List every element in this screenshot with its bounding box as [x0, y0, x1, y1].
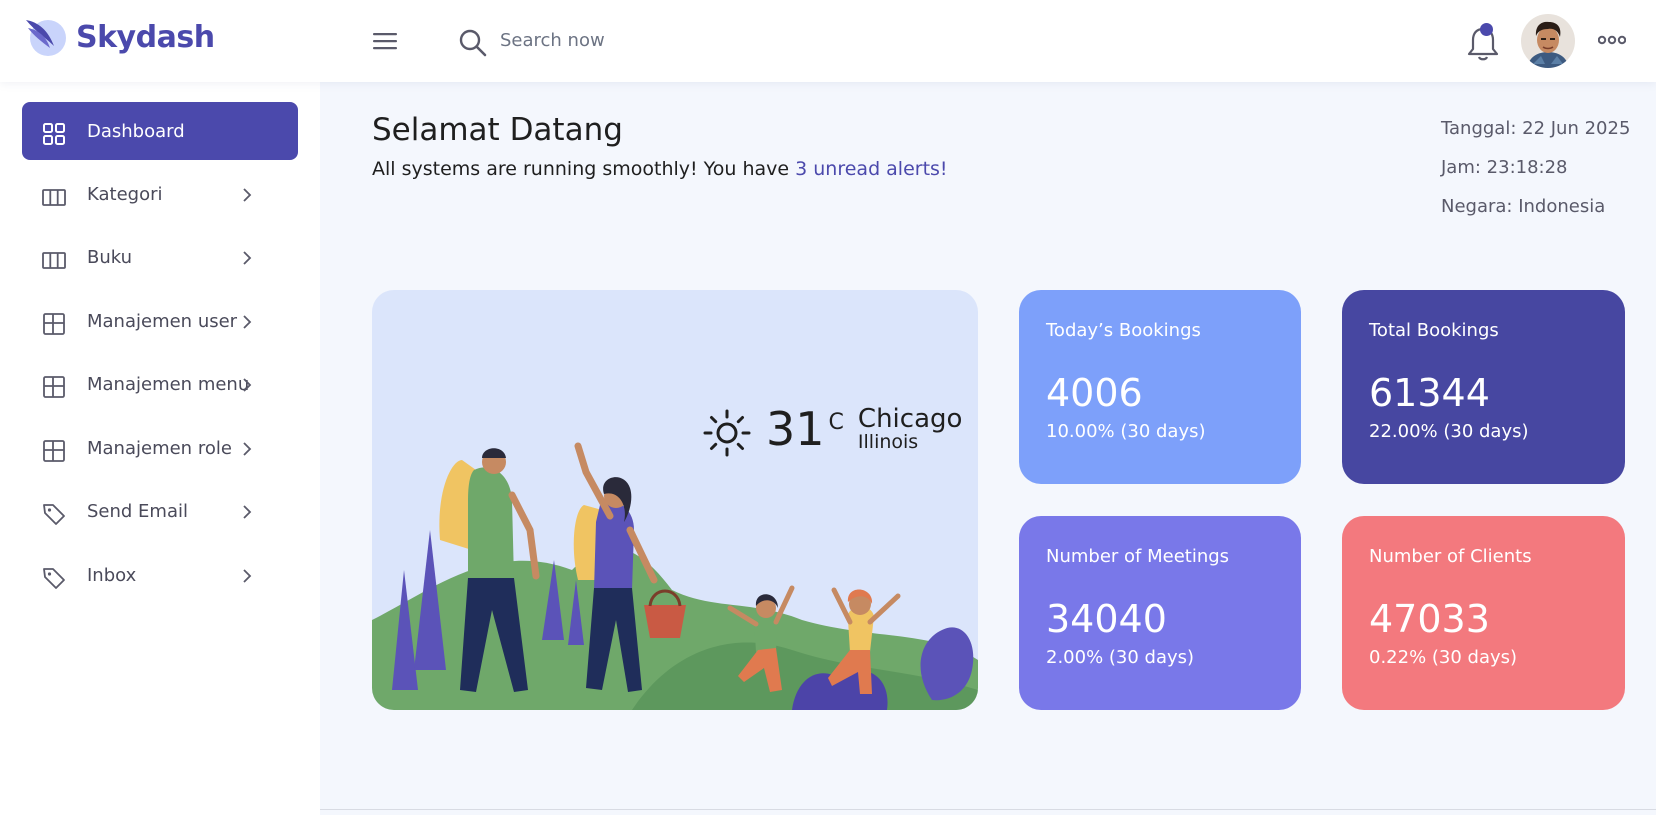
chevron-right-icon — [243, 188, 252, 202]
more-options-icon[interactable] — [1598, 34, 1626, 46]
stat-value: 47033 — [1369, 597, 1490, 641]
todays-bookings-card[interactable]: Today’s Bookings 4006 10.00% (30 days) — [1019, 290, 1301, 484]
stat-label: Today’s Bookings — [1046, 320, 1201, 341]
tag-icon — [43, 504, 65, 525]
search-icon[interactable] — [458, 28, 488, 58]
hiking-people-illustration — [372, 442, 978, 710]
stat-change: 2.00% (30 days) — [1046, 647, 1195, 668]
notifications-button[interactable] — [1466, 22, 1500, 62]
sidebar-item-label: Dashboard — [87, 120, 185, 142]
date-text: Tanggal: 22 Jun 2025 — [1441, 118, 1631, 139]
brand-logo[interactable]: Skydash — [24, 16, 215, 58]
city-name: Chicago — [857, 404, 963, 434]
sidebar-item-manajemen-user[interactable]: Manajemen user — [22, 292, 298, 350]
sidebar-item-label: Send Email — [87, 500, 188, 522]
brand-name: Skydash — [76, 19, 215, 55]
sidebar-item-label: Kategori — [87, 183, 163, 205]
stat-value: 34040 — [1046, 597, 1167, 641]
sidebar-item-label: Buku — [87, 246, 133, 268]
chevron-right-icon — [243, 251, 252, 265]
state-name: Illinois — [857, 431, 919, 453]
sidebar-item-manajemen-role[interactable]: Manajemen role — [22, 419, 298, 477]
meetings-card[interactable]: Number of Meetings 34040 2.00% (30 days) — [1019, 516, 1301, 710]
time-text: Jam: 23:18:28 — [1441, 157, 1568, 178]
search-input[interactable] — [500, 24, 800, 56]
stat-label: Total Bookings — [1369, 320, 1499, 341]
hamburger-icon — [373, 33, 397, 50]
page-title: Selamat Datang — [372, 112, 623, 148]
stat-label: Number of Clients — [1369, 546, 1532, 567]
grid-icon — [43, 123, 65, 145]
footer-divider — [320, 809, 1656, 810]
stat-change: 22.00% (30 days) — [1369, 421, 1529, 442]
avatar[interactable] — [1521, 14, 1575, 68]
sidebar-item-label: Inbox — [87, 564, 137, 586]
unread-alerts-link[interactable]: 3 unread alerts! — [795, 158, 947, 180]
stat-value: 4006 — [1046, 371, 1143, 415]
notification-dot — [1480, 23, 1493, 36]
profile-photo — [1521, 14, 1575, 68]
bird-logo-icon — [26, 20, 66, 56]
temperature-unit: C — [828, 410, 844, 435]
layout-icon — [43, 376, 65, 398]
sidebar-item-send-email[interactable]: Send Email — [22, 482, 298, 540]
total-bookings-card[interactable]: Total Bookings 61344 22.00% (30 days) — [1342, 290, 1625, 484]
sidebar-item-label: Manajemen user — [87, 310, 238, 332]
sun-icon — [703, 409, 751, 457]
menu-toggle-button[interactable] — [372, 30, 398, 52]
chevron-right-icon — [243, 442, 252, 456]
chevron-right-icon — [243, 315, 252, 329]
tag-icon — [43, 568, 65, 589]
stat-change: 0.22% (30 days) — [1369, 647, 1518, 668]
columns-icon — [42, 189, 66, 206]
weather-widget: 31 C Chicago Illinois — [702, 406, 962, 458]
top-navbar: Skydash — [0, 0, 1656, 82]
sidebar: Dashboard Kategori Buku Manajemen user M… — [0, 82, 320, 815]
stat-change: 10.00% (30 days) — [1046, 421, 1206, 442]
chevron-right-icon — [243, 569, 252, 583]
stat-value: 61344 — [1369, 371, 1490, 415]
sidebar-item-label: Manajemen role — [87, 437, 232, 459]
sidebar-item-buku[interactable]: Buku — [22, 228, 298, 286]
weather-location: Chicago Illinois — [858, 406, 963, 452]
layout-icon — [43, 440, 65, 462]
temperature-value: 31 — [766, 402, 825, 456]
welcome-message: All systems are running smoothly! You ha… — [372, 158, 948, 180]
weather-card: 31 C Chicago Illinois — [372, 290, 978, 710]
sidebar-item-label: Manajemen menu — [87, 373, 250, 395]
layout-icon — [43, 313, 65, 335]
columns-icon — [42, 252, 66, 269]
sidebar-item-inbox[interactable]: Inbox — [22, 546, 298, 604]
chevron-right-icon — [243, 378, 252, 392]
sidebar-item-manajemen-menu[interactable]: Manajemen menu — [22, 355, 298, 413]
stat-label: Number of Meetings — [1046, 546, 1230, 567]
country-text: Negara: Indonesia — [1441, 196, 1606, 217]
chevron-right-icon — [243, 505, 252, 519]
welcome-text: All systems are running smoothly! You ha… — [372, 158, 796, 180]
sidebar-item-kategori[interactable]: Kategori — [22, 165, 298, 223]
clients-card[interactable]: Number of Clients 47033 0.22% (30 days) — [1342, 516, 1625, 710]
sidebar-item-dashboard[interactable]: Dashboard — [22, 102, 298, 160]
